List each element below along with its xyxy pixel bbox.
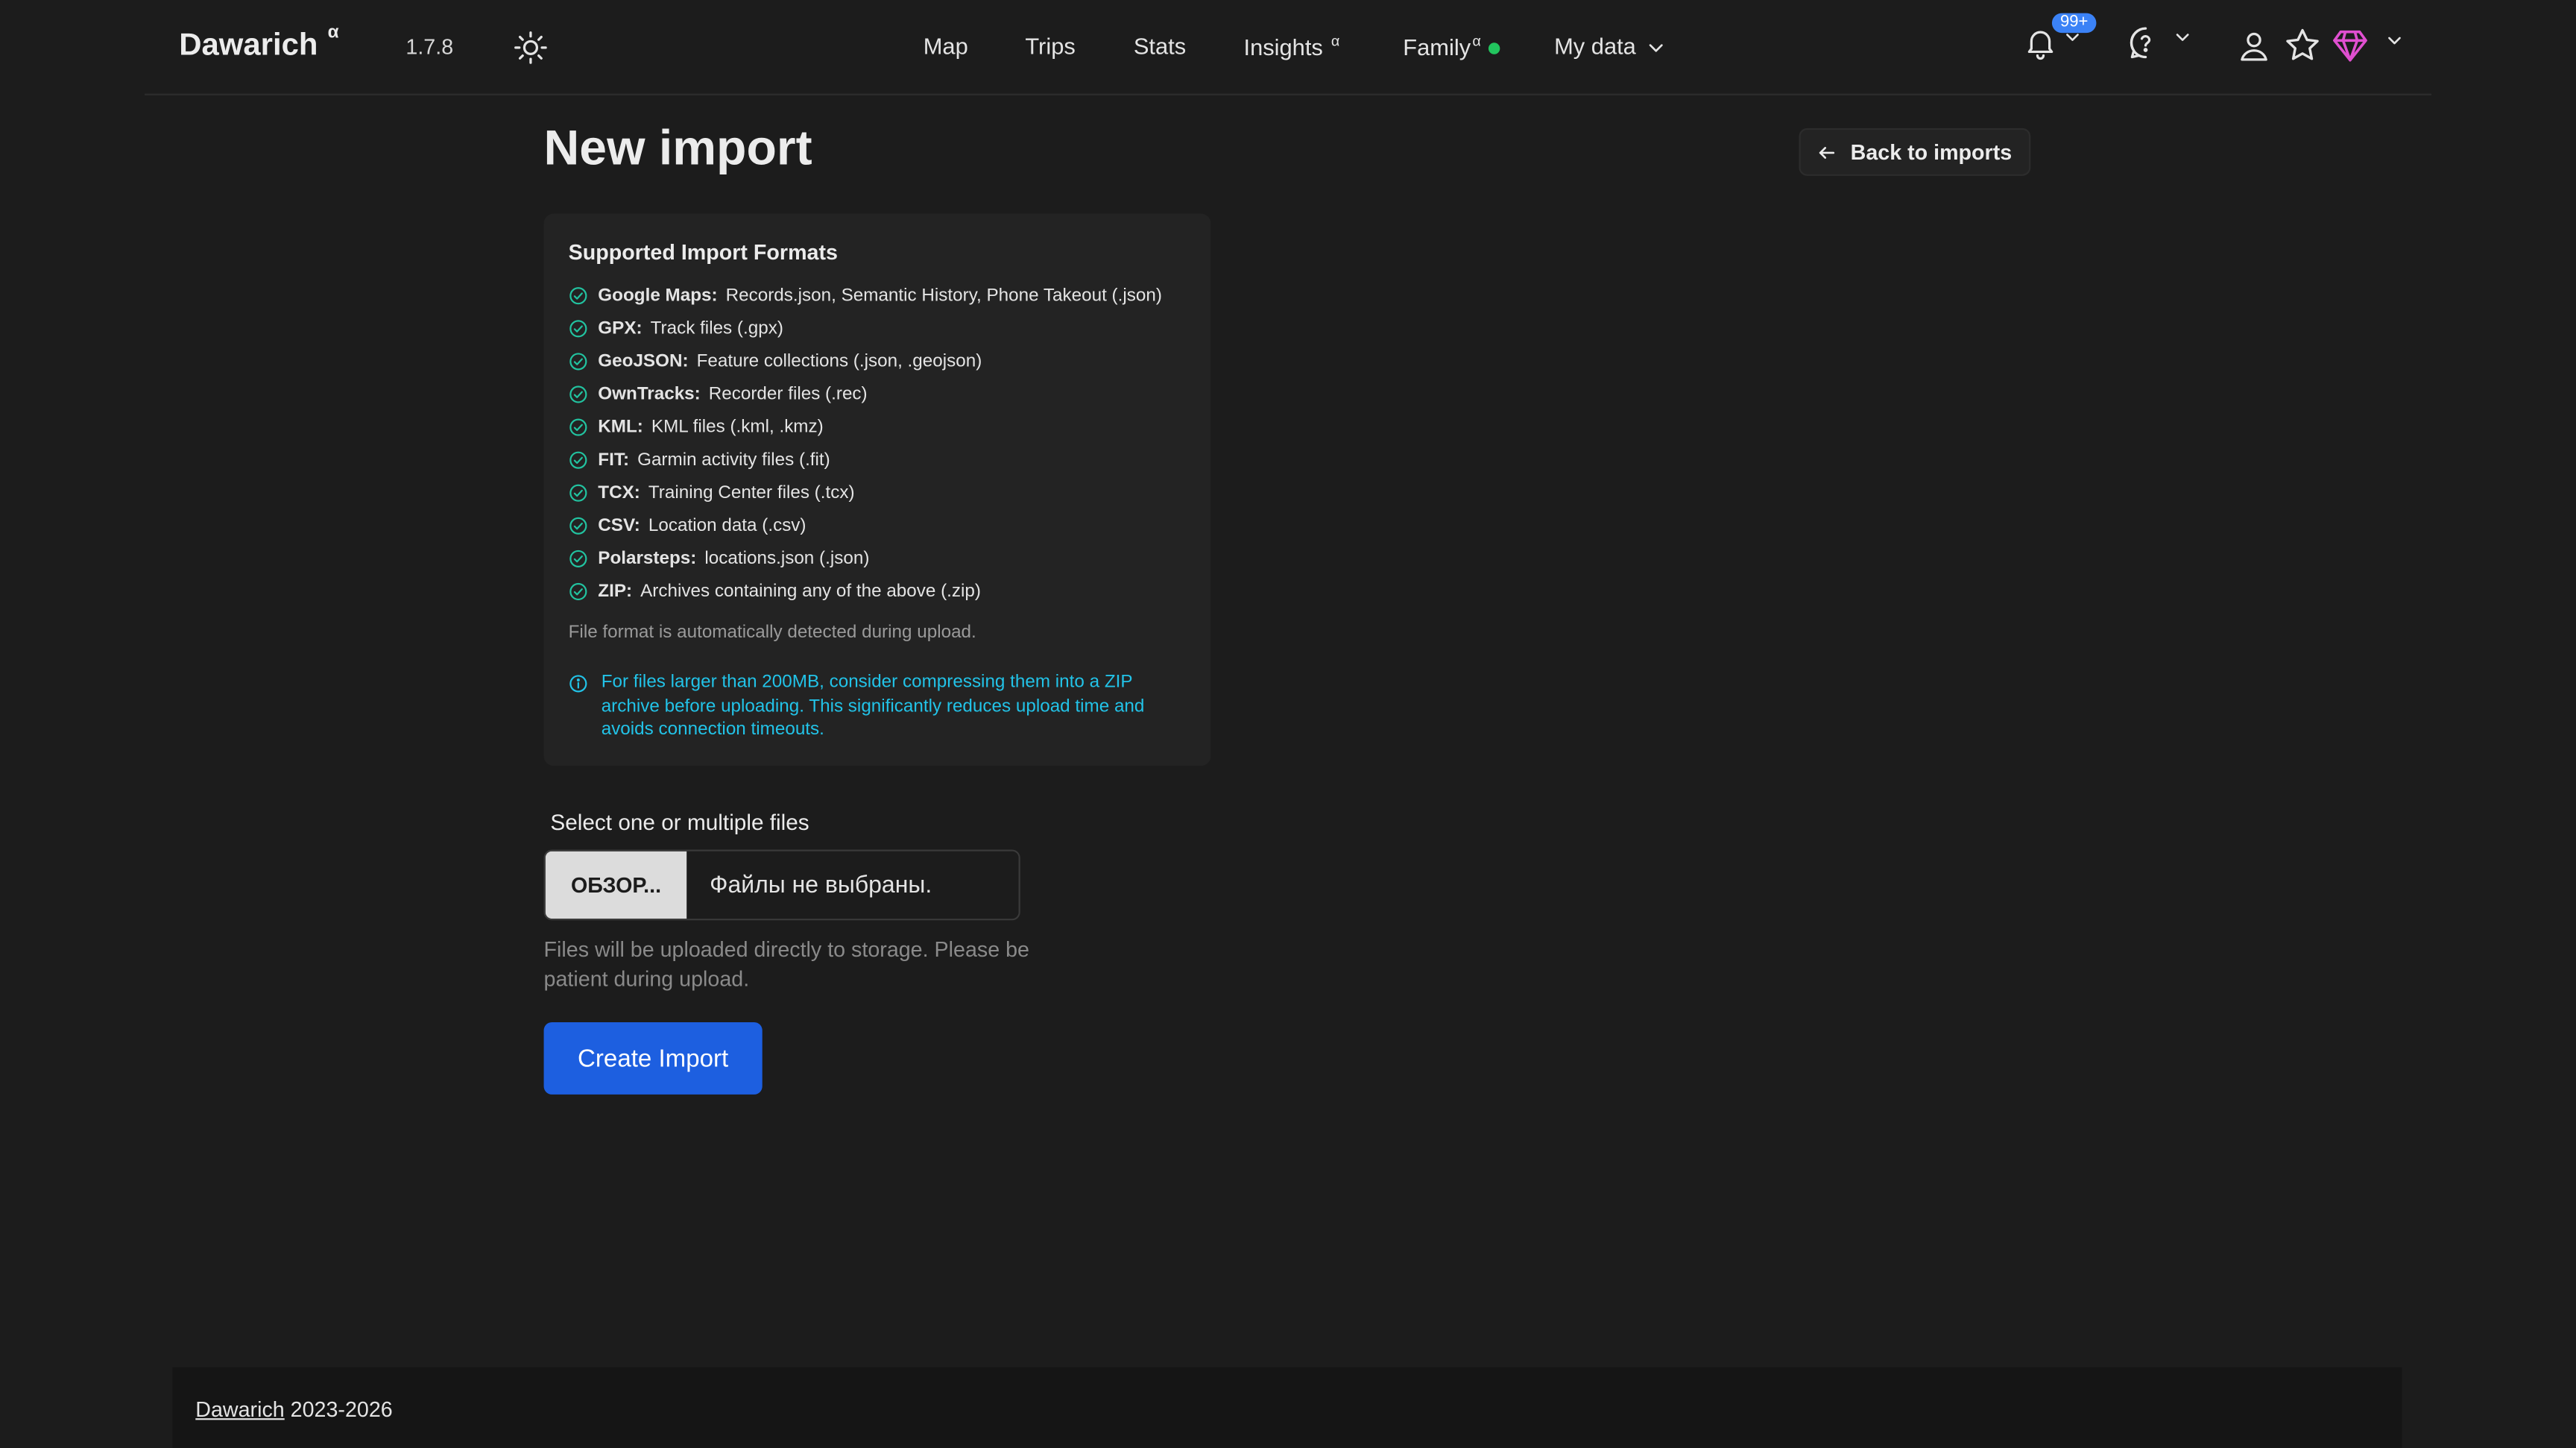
notifications-count-badge: 99+ [2051,13,2097,34]
format-item: OwnTracks: Recorder files (.rec) [569,378,1162,411]
format-desc: locations.json (.json) [704,549,870,569]
format-desc: Location data (.csv) [648,516,806,536]
footer-years: 2023-2026 [284,1397,393,1422]
format-name: Polarsteps: [598,549,697,569]
help-circle-icon [2130,27,2151,59]
info-icon [569,675,587,693]
format-name: OwnTracks: [598,384,701,405]
format-desc: Records.json, Semantic History, Phone Ta… [725,286,1162,306]
large-file-tip: For files larger than 200MB, consider co… [569,670,1187,742]
chevron-down-icon [1649,44,1663,53]
format-name: KML: [598,417,643,438]
bell-icon [2027,31,2053,60]
create-import-button[interactable]: Create Import [543,1022,763,1095]
footer: Dawarich 2023-2026 [172,1367,2402,1448]
nav-my-data[interactable]: My data [1554,33,1665,59]
check-circle-icon [569,582,587,601]
back-to-imports-button[interactable]: Back to imports [1799,128,2031,176]
navbar: Dawarich α 1.7.8 Map Trips Stats Insights… [144,0,2432,95]
insights-alpha: α [1330,33,1340,50]
nav-family[interactable]: Family α [1403,33,1501,60]
nav-trips[interactable]: Trips [1025,33,1075,59]
check-circle-icon [569,550,587,567]
online-status-dot [1489,43,1501,55]
check-circle-icon [569,320,587,338]
help-menu-button[interactable] [2127,25,2190,69]
nav-family-label: Family [1403,34,1471,60]
sun-icon[interactable] [513,30,549,66]
plan-menu-button[interactable] [2332,26,2402,72]
format-desc: Feature collections (.json, .geojson) [696,351,982,372]
user-icon[interactable] [2236,28,2272,63]
gem-icon [2333,30,2367,62]
app-version: 1.7.8 [405,34,454,60]
check-circle-icon [569,451,587,469]
format-desc: Recorder files (.rec) [708,384,868,405]
check-circle-icon [569,484,587,502]
footer-dawarich-link[interactable]: Dawarich [195,1397,284,1421]
nav-insights-label: Insights [1243,34,1323,60]
page-title: New import [543,122,812,176]
tip-text: For files larger than 200MB, consider co… [601,672,1145,740]
arrow-left-icon [1819,145,1835,158]
format-name: TCX: [598,483,640,503]
family-alpha: α [1472,33,1481,50]
auto-detect-note: File format is automatically detected du… [568,623,976,643]
formats-title: Supported Import Formats [568,239,838,265]
format-desc: Training Center files (.tcx) [648,483,855,503]
browse-button[interactable]: ОБЗОР... [545,851,687,919]
format-desc: KML files (.kml, .kmz) [651,417,824,438]
format-name: GeoJSON: [598,351,689,372]
format-item: FIT: Garmin activity files (.fit) [569,444,1162,476]
footer-copyright: Dawarich 2023-2026 [195,1397,392,1421]
format-item: Google Maps: Records.json, Semantic Histo… [569,280,1162,312]
file-input[interactable]: ОБЗОР... Файлы не выбраны. [543,849,1020,921]
star-icon[interactable] [2284,26,2322,64]
format-item: TCX: Training Center files (.tcx) [569,476,1162,509]
format-name: FIT: [598,450,630,470]
format-name: ZIP: [598,582,633,602]
format-item: Polarsteps: locations.json (.json) [569,542,1162,575]
nav-my-data-label: My data [1554,33,1636,60]
format-item: KML: KML files (.kml, .kmz) [569,411,1162,444]
format-name: Google Maps: [598,286,718,306]
format-item: GPX: Track files (.gpx) [569,312,1162,345]
brand-logo[interactable]: Dawarich α [179,23,338,64]
brand-name: Dawarich [179,28,318,63]
format-desc: Track files (.gpx) [650,318,783,339]
format-desc: Archives containing any of the above (.z… [640,582,981,602]
check-circle-icon [569,517,587,535]
upload-help-text: Files will be uploaded directly to stora… [543,937,1030,992]
check-circle-icon [569,353,587,371]
format-item: ZIP: Archives containing any of the above… [569,575,1162,608]
format-name: GPX: [598,318,643,339]
check-circle-icon [569,385,587,403]
chevron-down-icon [2389,37,2402,45]
format-list: Google Maps: Records.json, Semantic Histo… [569,280,1162,608]
nav-map[interactable]: Map [924,33,968,59]
format-desc: Garmin activity files (.fit) [637,450,830,470]
file-input-label: Select one or multiple files [550,810,809,835]
nav-stats[interactable]: Stats [1134,33,1186,59]
check-circle-icon [569,418,587,436]
check-circle-icon [569,287,587,305]
chevron-down-icon [2176,34,2190,41]
format-item: GeoJSON: Feature collections (.json, .geo… [569,345,1162,378]
format-name: CSV: [598,516,640,536]
alpha-badge: α [327,22,339,43]
nav-insights[interactable]: Insights α [1244,33,1340,60]
back-to-imports-label: Back to imports [1850,139,2012,165]
format-item: CSV: Location data (.csv) [569,509,1162,542]
file-status-text: Файлы не выбраны. [686,851,1019,919]
supported-formats-card: Supported Import Formats Google Maps: Rec… [543,213,1211,767]
